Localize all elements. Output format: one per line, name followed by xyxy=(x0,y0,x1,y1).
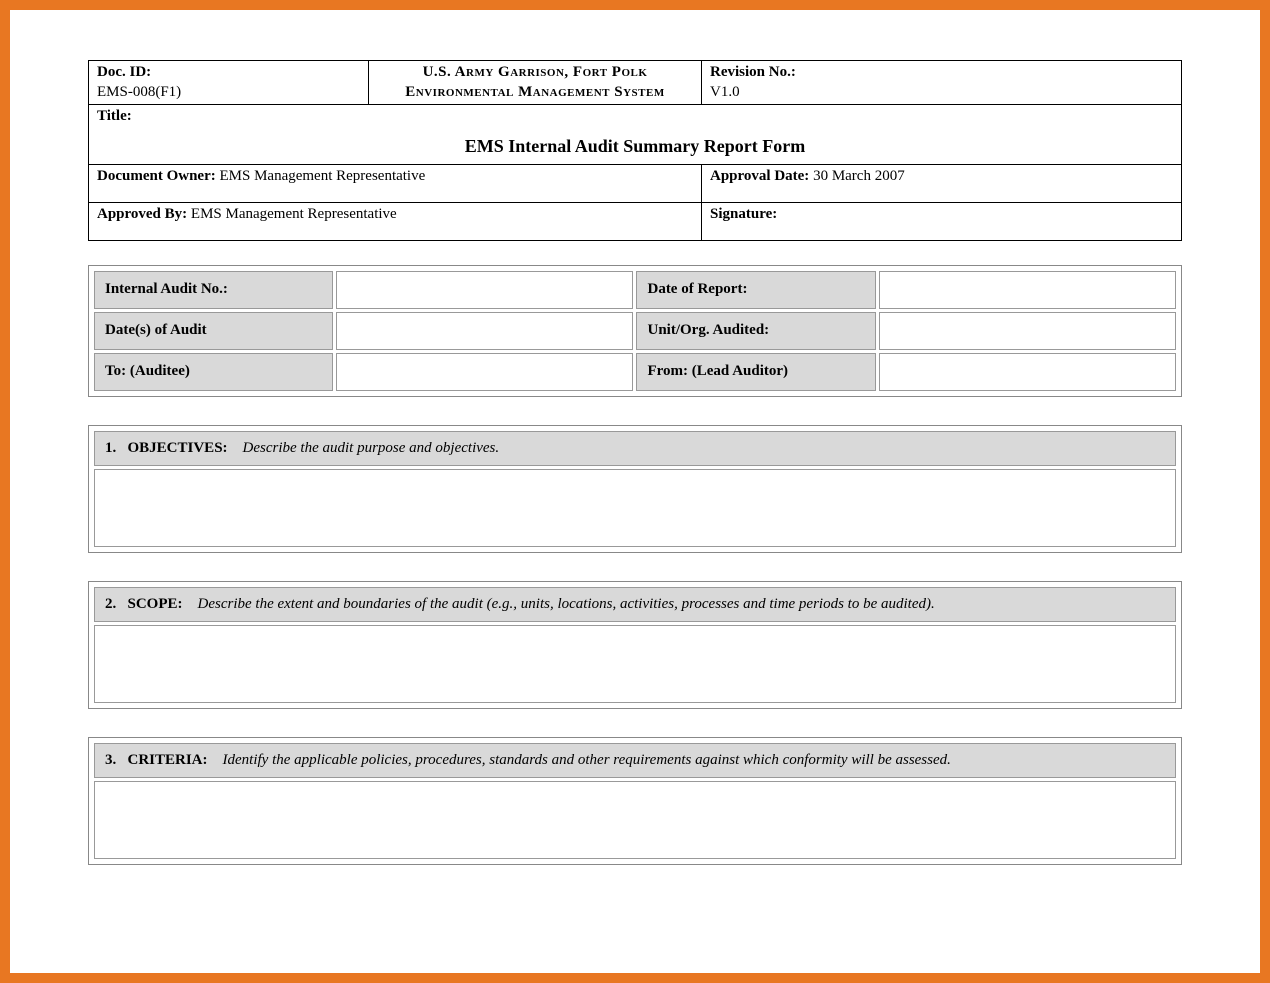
to-auditee-label: To: (Auditee) xyxy=(94,353,333,391)
doc-owner-value: EMS Management Representative xyxy=(219,168,425,184)
criteria-title: CRITERIA: xyxy=(128,752,208,768)
criteria-body[interactable] xyxy=(94,781,1176,859)
criteria-desc: Identify the applicable policies, proced… xyxy=(223,752,951,768)
objectives-title: OBJECTIVES: xyxy=(128,440,228,456)
dates-audit-label: Date(s) of Audit xyxy=(94,312,333,350)
criteria-header: 3. CRITERIA: Identify the applicable pol… xyxy=(94,743,1176,778)
form-title: EMS Internal Audit Summary Report Form xyxy=(97,127,1173,158)
unit-org-label: Unit/Org. Audited: xyxy=(636,312,875,350)
objectives-header: 1. OBJECTIVES: Describe the audit purpos… xyxy=(94,431,1176,466)
unit-org-value[interactable] xyxy=(879,312,1176,350)
from-auditor-value[interactable] xyxy=(879,353,1176,391)
audit-no-label: Internal Audit No.: xyxy=(94,271,333,309)
org-cell: U.S. Army Garrison, Fort Polk Environmen… xyxy=(369,61,702,105)
scope-header: 2. SCOPE: Describe the extent and bounda… xyxy=(94,587,1176,622)
objectives-desc: Describe the audit purpose and objective… xyxy=(243,440,500,456)
approved-by-value: EMS Management Representative xyxy=(191,206,397,222)
approval-date-label: Approval Date: xyxy=(710,168,809,184)
revision-cell: Revision No.: V1.0 xyxy=(702,61,1182,105)
objectives-num: 1. xyxy=(105,440,116,456)
objectives-body[interactable] xyxy=(94,469,1176,547)
signature-cell: Signature: xyxy=(702,202,1182,240)
date-report-value[interactable] xyxy=(879,271,1176,309)
to-auditee-value[interactable] xyxy=(336,353,633,391)
approval-date-cell: Approval Date: 30 March 2007 xyxy=(702,164,1182,202)
audit-no-value[interactable] xyxy=(336,271,633,309)
doc-owner-cell: Document Owner: EMS Management Represent… xyxy=(89,164,702,202)
from-auditor-label: From: (Lead Auditor) xyxy=(636,353,875,391)
scope-body[interactable] xyxy=(94,625,1176,703)
scope-desc: Describe the extent and boundaries of th… xyxy=(198,596,935,612)
title-cell: Title: EMS Internal Audit Summary Report… xyxy=(89,105,1182,165)
section-objectives: 1. OBJECTIVES: Describe the audit purpos… xyxy=(88,425,1182,553)
org-line1: U.S. Army Garrison, Fort Polk xyxy=(423,64,648,80)
revision-label: Revision No.: xyxy=(710,64,796,80)
signature-label: Signature: xyxy=(710,206,777,222)
revision-value: V1.0 xyxy=(710,84,740,100)
audit-info-table: Internal Audit No.: Date of Report: Date… xyxy=(88,265,1182,397)
doc-owner-label: Document Owner: xyxy=(97,168,216,184)
doc-id-value: EMS-008(F1) xyxy=(97,84,181,100)
doc-id-label: Doc. ID: xyxy=(97,64,151,80)
scope-num: 2. xyxy=(105,596,116,612)
section-criteria: 3. CRITERIA: Identify the applicable pol… xyxy=(88,737,1182,865)
date-report-label: Date of Report: xyxy=(636,271,875,309)
document-header-table: Doc. ID: EMS-008(F1) U.S. Army Garrison,… xyxy=(88,60,1182,241)
approved-by-cell: Approved By: EMS Management Representati… xyxy=(89,202,702,240)
scope-title: SCOPE: xyxy=(128,596,183,612)
dates-audit-value[interactable] xyxy=(336,312,633,350)
criteria-num: 3. xyxy=(105,752,116,768)
doc-id-cell: Doc. ID: EMS-008(F1) xyxy=(89,61,369,105)
approved-by-label: Approved By: xyxy=(97,206,187,222)
section-scope: 2. SCOPE: Describe the extent and bounda… xyxy=(88,581,1182,709)
org-line2: Environmental Management System xyxy=(405,84,664,100)
approval-date-value: 30 March 2007 xyxy=(813,168,905,184)
title-label: Title: xyxy=(97,108,132,124)
